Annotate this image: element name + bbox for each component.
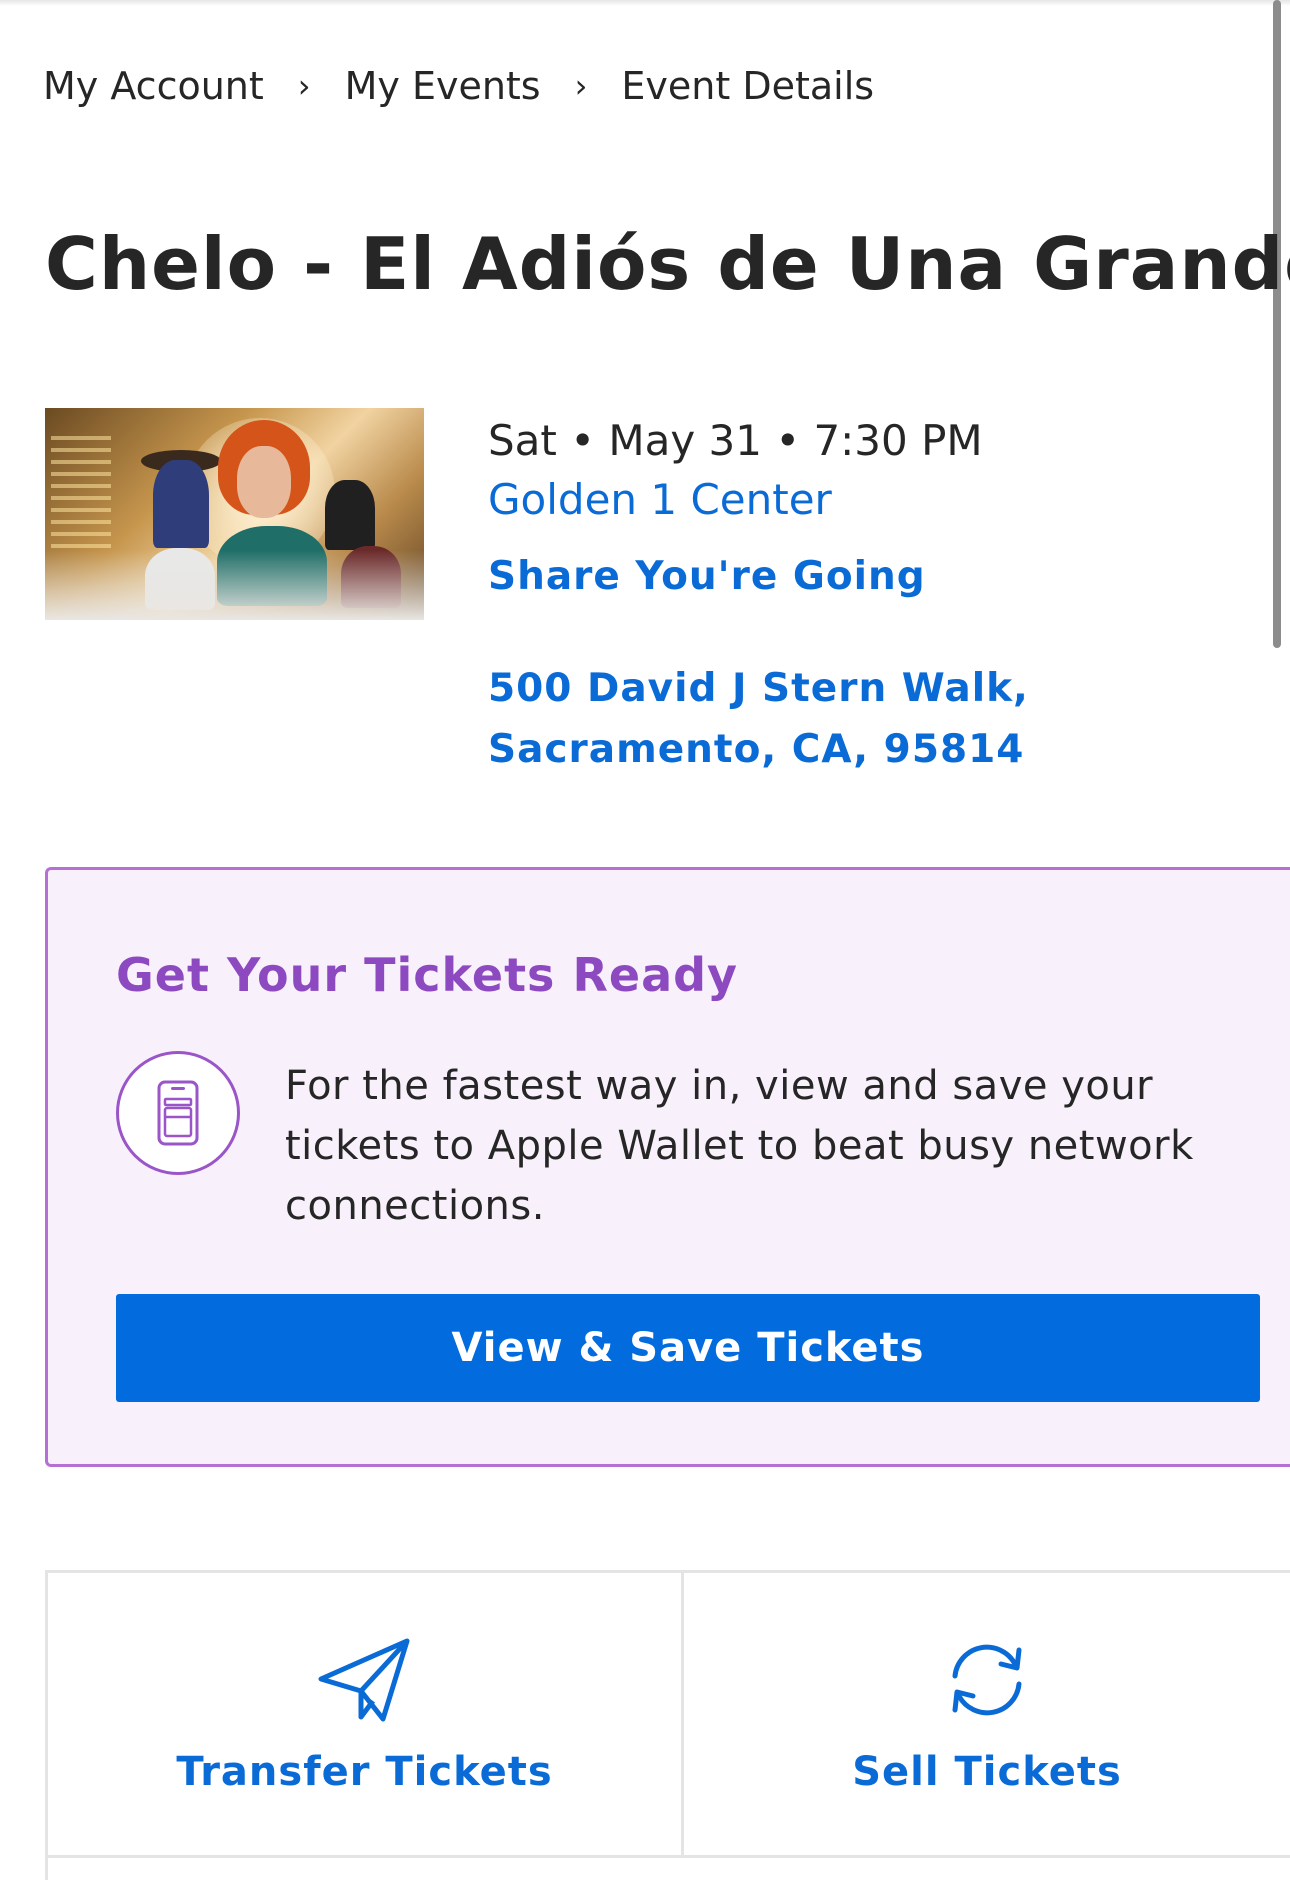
card-body-text: For the fastest way in, view and save yo… — [285, 1063, 1194, 1229]
event-datetime: Sat • May 31 • 7:30 PM — [488, 416, 983, 465]
event-image — [45, 408, 424, 620]
wallet-phone-icon-svg — [157, 1080, 199, 1146]
sell-tickets-label: Sell Tickets — [852, 1749, 1122, 1795]
page-title: Chelo - El Adiós de Una Grande — [45, 222, 1290, 306]
paper-plane-icon — [317, 1635, 413, 1725]
share-link[interactable]: Share You're Going — [488, 554, 983, 599]
stage-smoke — [45, 550, 424, 620]
address-link[interactable]: 500 David J Stern Walk, Sacramento, CA, … — [488, 658, 1268, 780]
venue-link[interactable]: Golden 1 Center — [488, 475, 983, 524]
wallet-phone-icon — [116, 1051, 240, 1175]
scrollbar[interactable] — [1273, 0, 1281, 648]
breadcrumb: My Account › My Events › Event Details — [43, 64, 874, 108]
breadcrumb-my-events[interactable]: My Events — [345, 64, 541, 108]
event-info: Sat • May 31 • 7:30 PM Golden 1 Center S… — [488, 416, 983, 599]
view-save-tickets-button[interactable]: View & Save Tickets — [116, 1294, 1260, 1402]
scroll-shadow — [0, 0, 1290, 6]
performer-figure — [325, 480, 375, 550]
breadcrumb-event-details: Event Details — [621, 64, 875, 108]
sell-tickets-button[interactable]: Sell Tickets — [684, 1573, 1290, 1855]
stage-lights — [51, 428, 111, 548]
ticket-actions: Transfer Tickets Sell Tickets — [45, 1570, 1290, 1880]
divider — [48, 1855, 1290, 1858]
transfer-tickets-button[interactable]: Transfer Tickets — [48, 1573, 684, 1855]
sync-arrows-icon — [941, 1635, 1033, 1725]
tickets-ready-card: Get Your Tickets Ready For the fastest w… — [45, 867, 1290, 1467]
card-heading: Get Your Tickets Ready — [116, 948, 739, 1002]
singer-face — [237, 446, 291, 518]
breadcrumb-separator: › — [297, 67, 311, 105]
transfer-tickets-label: Transfer Tickets — [176, 1749, 553, 1795]
breadcrumb-my-account[interactable]: My Account — [43, 64, 264, 108]
performer-figure — [153, 460, 209, 548]
breadcrumb-separator: › — [574, 67, 588, 105]
